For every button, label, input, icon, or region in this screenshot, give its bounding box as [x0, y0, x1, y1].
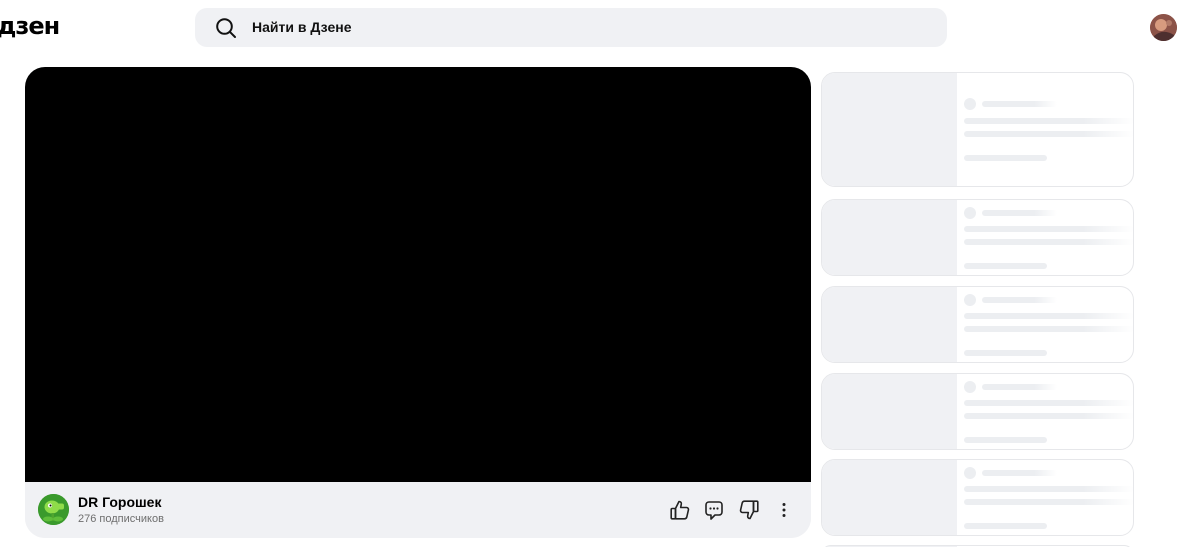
text-placeholder — [964, 400, 1133, 406]
text-placeholder — [982, 470, 1057, 476]
text-placeholder — [964, 523, 1047, 529]
dzen-logo[interactable]: дзен — [0, 12, 60, 40]
text-placeholder — [964, 131, 1133, 137]
recommendation-card-skeleton — [821, 286, 1134, 363]
text-placeholder — [964, 313, 1133, 319]
text-placeholder — [964, 437, 1047, 443]
avatar-placeholder — [964, 467, 976, 479]
text-placeholder — [982, 101, 1057, 107]
channel-name[interactable]: DR Горошек — [78, 494, 161, 510]
thumbnail-placeholder — [822, 374, 957, 449]
recommendation-card-skeleton — [821, 199, 1134, 276]
dislike-icon[interactable] — [738, 499, 760, 521]
recommendation-card-skeleton — [821, 373, 1134, 450]
thumbnail-placeholder — [822, 200, 957, 275]
text-placeholder — [964, 413, 1133, 419]
peashooter-icon — [38, 494, 69, 525]
channel-avatar[interactable] — [38, 494, 69, 525]
text-placeholder — [964, 326, 1133, 332]
recommendation-card-skeleton — [821, 459, 1134, 536]
search-placeholder[interactable]: Найти в Дзене — [252, 19, 351, 35]
avatar-placeholder — [964, 294, 976, 306]
comments-icon[interactable] — [703, 499, 725, 521]
text-placeholder — [964, 226, 1133, 232]
avatar-placeholder — [964, 98, 976, 110]
thumbnail-placeholder — [822, 460, 957, 535]
page: дзен Найти в Дзене DR Горошек 276 подпис… — [0, 0, 1200, 547]
text-placeholder — [982, 210, 1057, 216]
subscriber-count: 276 подписчиков — [78, 513, 164, 525]
text-placeholder — [964, 486, 1133, 492]
thumbnail-placeholder — [822, 73, 957, 186]
avatar-placeholder — [964, 381, 976, 393]
text-placeholder — [964, 118, 1133, 124]
avatar-placeholder — [964, 207, 976, 219]
like-icon[interactable] — [669, 499, 691, 521]
user-avatar[interactable] — [1150, 14, 1177, 41]
text-placeholder — [982, 297, 1057, 303]
search-icon[interactable] — [215, 17, 237, 39]
text-placeholder — [964, 263, 1047, 269]
video-area[interactable] — [25, 67, 811, 482]
video-player: DR Горошек 276 подписчиков — [25, 67, 811, 538]
user-avatar-image — [1150, 14, 1177, 41]
text-placeholder — [982, 384, 1057, 390]
text-placeholder — [964, 155, 1047, 161]
text-placeholder — [964, 350, 1047, 356]
thumbnail-placeholder — [822, 287, 957, 362]
more-icon[interactable] — [773, 499, 795, 521]
text-placeholder — [964, 499, 1133, 505]
video-info-bar: DR Горошек 276 подписчиков — [25, 482, 811, 538]
search-bar[interactable]: Найти в Дзене — [195, 8, 947, 47]
recommendation-card-skeleton — [821, 72, 1134, 187]
text-placeholder — [964, 239, 1133, 245]
